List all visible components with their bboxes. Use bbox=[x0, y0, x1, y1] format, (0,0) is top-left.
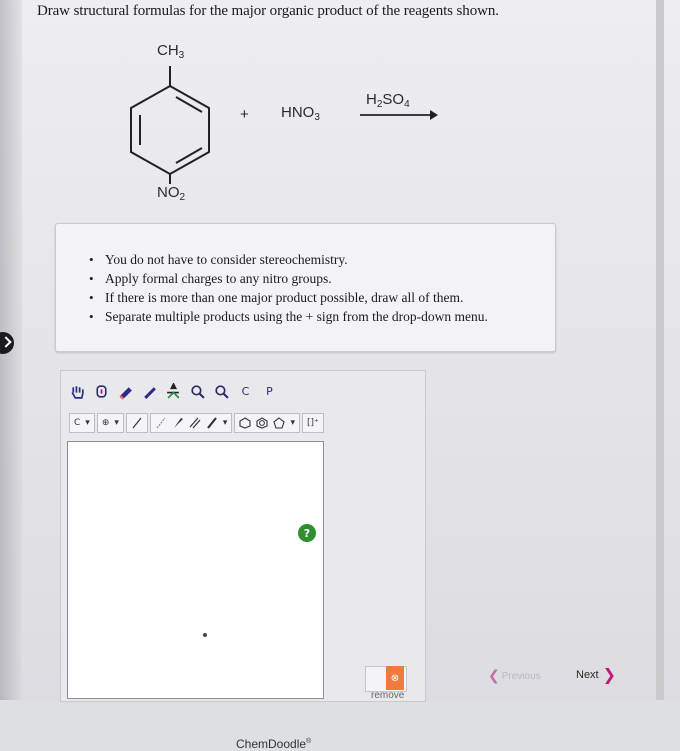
pencil-tool-icon[interactable] bbox=[141, 383, 158, 400]
help-button[interactable]: ? bbox=[298, 524, 316, 542]
single-bond-tool[interactable] bbox=[125, 413, 148, 433]
instruction-item: You do not have to consider stereochemis… bbox=[89, 250, 555, 269]
chevron-left-icon: ❮ bbox=[488, 668, 500, 684]
reagent-label: HNO3 bbox=[281, 104, 320, 123]
double-bond-2 bbox=[175, 96, 203, 113]
chemdoodle-editor: C P C ▾ ⊕ ▾ ▾ ▾ []⁺ ? ChemDoodle® bbox=[60, 370, 426, 751]
editor-toolbar-bottom: C ▾ ⊕ ▾ ▾ ▾ []⁺ bbox=[69, 411, 324, 435]
hexagon-ring-icon bbox=[239, 417, 251, 429]
eraser-tool-icon[interactable] bbox=[117, 383, 134, 400]
chemdoodle-brand: ChemDoodle® bbox=[236, 737, 312, 751]
lasso-tool-icon[interactable] bbox=[93, 383, 110, 400]
hand-tool-icon[interactable] bbox=[69, 383, 86, 400]
instruction-item: If there is more than one major product … bbox=[89, 288, 555, 307]
cursor-dot bbox=[203, 633, 207, 637]
copy-button[interactable]: C bbox=[237, 383, 254, 400]
element-selector[interactable]: C ▾ bbox=[69, 413, 95, 433]
remove-button[interactable]: ⊗ bbox=[386, 666, 404, 690]
ring-outline bbox=[130, 84, 210, 176]
benzene-ring-icon bbox=[256, 417, 268, 429]
pentagon-ring-icon bbox=[273, 417, 286, 429]
charge-selector[interactable]: ⊕ ▾ bbox=[96, 413, 124, 433]
instruction-item: Apply formal charges to any nitro groups… bbox=[89, 269, 555, 288]
chevron-down-icon: ▾ bbox=[290, 418, 295, 428]
next-button[interactable]: Next ❯ bbox=[576, 665, 616, 684]
nitro-label: NO2 bbox=[157, 184, 186, 203]
instructions-panel: You do not have to consider stereochemis… bbox=[55, 223, 556, 352]
triple-bond-icon bbox=[207, 417, 217, 429]
paste-button[interactable]: P bbox=[261, 383, 278, 400]
bond-tools[interactable]: ▾ bbox=[149, 413, 233, 433]
chevron-down-icon: ▾ bbox=[85, 418, 90, 428]
single-bond-icon bbox=[132, 417, 142, 429]
double-bond-icon bbox=[189, 417, 201, 429]
methyl-label: CH3 bbox=[157, 42, 185, 61]
editor-toolbar-top: C P bbox=[69, 377, 278, 405]
remove-icon: ⊗ bbox=[390, 672, 400, 684]
bracket-tool[interactable]: []⁺ bbox=[301, 413, 324, 433]
chevron-down-icon: ▾ bbox=[114, 418, 119, 428]
ring-tools[interactable]: ▾ bbox=[234, 413, 300, 433]
double-bond-3 bbox=[175, 147, 203, 164]
drawing-canvas[interactable]: ? ChemDoodle® bbox=[67, 441, 324, 751]
zoom-out-icon[interactable] bbox=[213, 383, 230, 400]
chevron-right-icon: ❯ bbox=[602, 665, 617, 684]
bracket-icon: []⁺ bbox=[306, 418, 319, 428]
hash-bond-icon bbox=[156, 417, 166, 429]
move-tool-icon[interactable] bbox=[165, 382, 182, 400]
reaction-scheme: CH3 NO2 + HNO3 H2SO4 bbox=[0, 0, 680, 230]
benzene-ring bbox=[130, 66, 210, 184]
reaction-arrow bbox=[360, 110, 438, 120]
remove-label[interactable]: remove bbox=[371, 690, 404, 701]
chevron-down-icon: ▾ bbox=[222, 418, 228, 428]
plus-sign: + bbox=[240, 106, 249, 123]
instruction-item: Separate multiple products using the + s… bbox=[89, 307, 555, 326]
wedge-bond-icon bbox=[173, 418, 183, 428]
zoom-in-icon[interactable] bbox=[189, 383, 206, 400]
previous-button[interactable]: ❮ Previous bbox=[488, 668, 541, 684]
